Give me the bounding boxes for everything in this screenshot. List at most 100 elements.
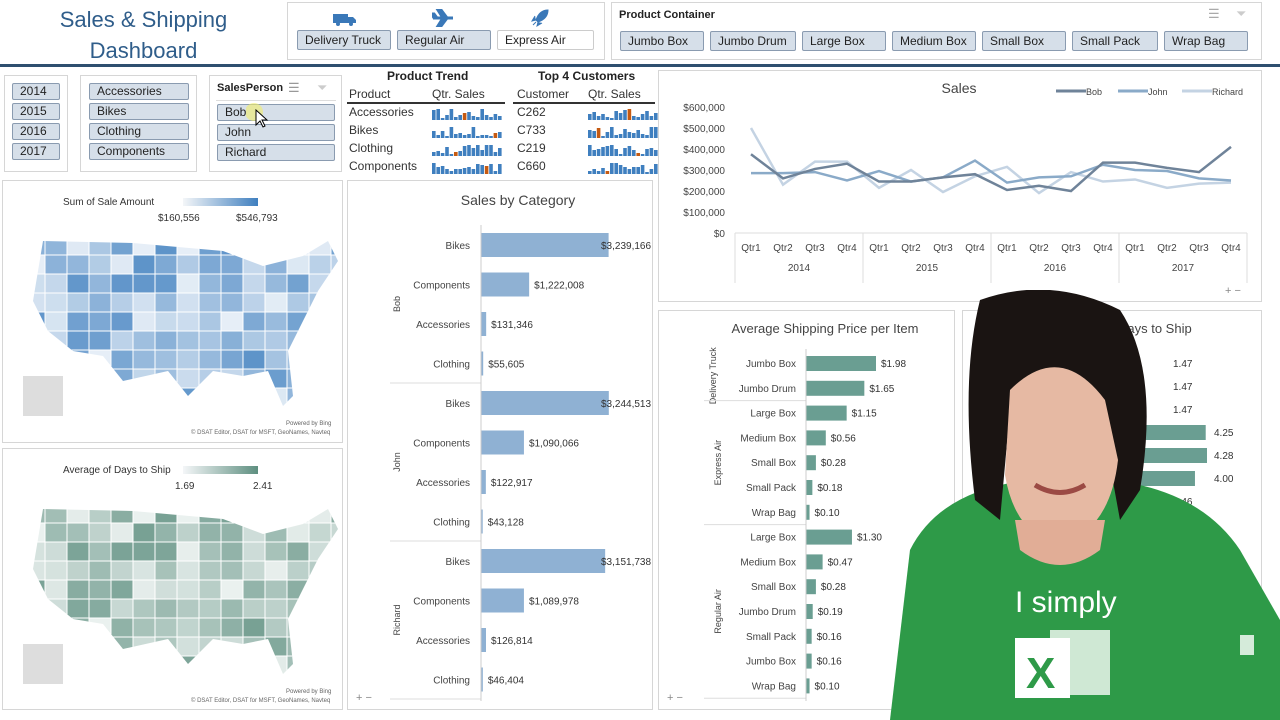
bar[interactable] — [481, 272, 530, 297]
truck-icon — [333, 14, 356, 26]
data-label: $0.18 — [817, 483, 842, 494]
bar[interactable] — [481, 430, 524, 455]
table-cell: Bikes — [349, 123, 379, 137]
column-header: Qtr. Sales — [432, 87, 485, 101]
bar[interactable] — [806, 529, 852, 545]
map-credit: © DSAT Editor, DSAT for MSFT, GeoNames, … — [191, 698, 331, 704]
product-container-6[interactable]: Wrap Bag — [1164, 31, 1248, 51]
data-label: $126,814 — [491, 636, 533, 647]
product-container-2[interactable]: Large Box — [802, 31, 886, 51]
data-label: $3,239,166 — [601, 241, 651, 252]
bar[interactable] — [806, 628, 812, 644]
ship-mode-delivery-truck[interactable]: Delivery Truck — [297, 30, 391, 50]
us-states[interactable] — [23, 236, 344, 426]
clear-filter-icon[interactable]: ⏷ — [1236, 6, 1246, 22]
sparkline — [588, 109, 658, 120]
bar[interactable] — [806, 480, 813, 495]
year-option[interactable]: 2017 — [12, 143, 60, 160]
bar[interactable] — [481, 588, 524, 613]
category-option[interactable]: Components — [89, 143, 189, 160]
category-option[interactable]: Bikes — [89, 103, 189, 120]
product-container-4[interactable]: Small Box — [982, 31, 1066, 51]
sparkline — [588, 163, 658, 174]
series-line-john[interactable] — [751, 159, 1232, 184]
category-label: Medium Box — [740, 557, 796, 568]
bar[interactable] — [481, 312, 487, 336]
product-container-3[interactable]: Medium Box — [892, 31, 976, 51]
salesperson-option[interactable]: John — [217, 124, 335, 141]
powered-by-bing: Powered by Bing — [286, 421, 332, 427]
bar[interactable] — [481, 470, 486, 494]
table-cell: C262 — [517, 105, 546, 119]
sales-line-chart: Sales $0 $100,000 $200,000 $300,000 $400,000… — [658, 70, 1262, 302]
bar[interactable] — [806, 504, 810, 520]
x-tick: Qtr1 — [869, 243, 889, 254]
data-label: $1,089,978 — [529, 597, 579, 608]
slicer-title: SalesPerson — [217, 82, 284, 94]
sparkline — [432, 163, 502, 174]
table-title: Product Trend — [387, 69, 469, 83]
sparkline — [432, 127, 502, 138]
category-label: Components — [413, 439, 470, 450]
group-label: Regular Air — [713, 589, 723, 634]
bar[interactable] — [806, 579, 816, 595]
bar[interactable] — [481, 233, 609, 257]
product-container-0[interactable]: Jumbo Box — [620, 31, 704, 51]
data-label: $1,090,066 — [529, 439, 579, 450]
series-line-bob[interactable] — [750, 145, 1232, 193]
sales-map[interactable]: Sum of Sale Amount $160,556 $546,793 Powere… — [2, 180, 343, 443]
bar[interactable] — [481, 549, 606, 573]
category-option[interactable]: Clothing — [89, 123, 189, 140]
y-tick: $300,000 — [683, 166, 725, 177]
ship-mode-express-air[interactable]: Express Air — [497, 30, 594, 50]
x-tick: Qtr2 — [1157, 243, 1177, 254]
expand-button[interactable]: + − — [356, 692, 372, 704]
multi-select-icon[interactable]: ☰ — [288, 80, 300, 96]
x-tick: Qtr4 — [1093, 243, 1113, 254]
data-label: $43,128 — [488, 518, 525, 529]
bar[interactable] — [806, 554, 823, 570]
product-container-1[interactable]: Jumbo Drum — [710, 31, 796, 51]
x-tick: Qtr3 — [1061, 243, 1081, 254]
salesperson-option[interactable]: Richard — [217, 144, 335, 161]
bar[interactable] — [806, 405, 847, 421]
salesperson-option[interactable]: Bob — [217, 104, 335, 121]
us-states[interactable] — [23, 504, 344, 694]
shirt-text: I simply — [1015, 586, 1117, 619]
bar[interactable] — [481, 391, 609, 415]
table-title: Top 4 Customers — [538, 69, 636, 83]
data-label: $0.16 — [817, 657, 842, 668]
rocket-icon — [530, 9, 549, 28]
table-cell: C733 — [517, 123, 546, 137]
legend-label: John — [1148, 87, 1168, 97]
data-label: $0.28 — [821, 458, 846, 469]
bar[interactable] — [806, 678, 810, 694]
year-option[interactable]: 2016 — [12, 123, 60, 140]
category-label: Bikes — [446, 399, 470, 410]
bar[interactable] — [806, 604, 813, 619]
ship-mode-regular-air[interactable]: Regular Air — [397, 30, 491, 50]
product-container-slicer: Product Container ☰ ⏷ Jumbo Box Jumbo Dru… — [611, 2, 1262, 60]
y-tick: $0 — [714, 229, 726, 240]
airplane-icon — [432, 9, 453, 27]
data-label: $0.19 — [818, 607, 843, 618]
year-option[interactable]: 2015 — [12, 103, 60, 120]
sparkline — [588, 145, 658, 156]
x-tick: Qtr1 — [741, 243, 761, 254]
category-label: Small Box — [751, 582, 796, 593]
clear-filter-icon[interactable]: ⏷ — [317, 80, 327, 96]
data-label: $1,222,008 — [534, 281, 584, 292]
expand-button[interactable]: + − — [667, 692, 683, 704]
bar[interactable] — [481, 628, 486, 652]
days-map[interactable]: Average of Days to Ship 1.69 2.41 Powered b… — [2, 448, 343, 710]
product-container-5[interactable]: Small Pack — [1072, 31, 1158, 51]
multi-select-icon[interactable]: ☰ — [1208, 6, 1220, 22]
category-slicer: Accessories Bikes Clothing Components — [80, 75, 197, 172]
bar[interactable] — [806, 455, 816, 471]
category-option[interactable]: Accessories — [89, 83, 189, 100]
data-label: $0.16 — [817, 632, 842, 643]
data-label: $3,244,513 — [601, 399, 651, 410]
year-option[interactable]: 2014 — [12, 83, 60, 100]
bar[interactable] — [806, 430, 826, 446]
bar[interactable] — [806, 653, 812, 669]
